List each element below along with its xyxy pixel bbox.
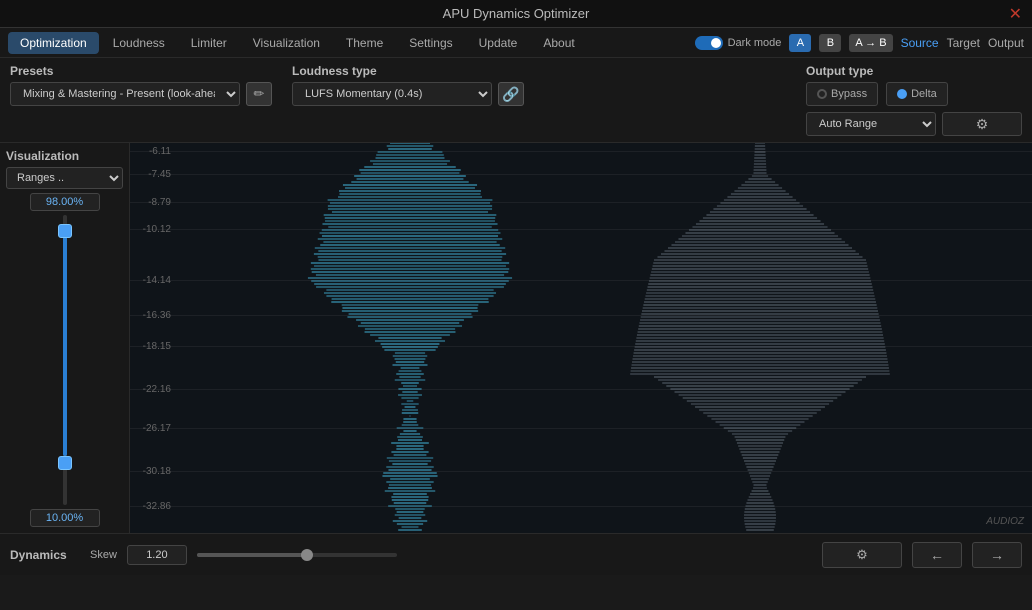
- loudness-link-button[interactable]: 🔗: [498, 82, 524, 106]
- slider-fill: [63, 230, 67, 456]
- bypass-label: Bypass: [831, 88, 867, 100]
- output-gear-button[interactable]: ⚙: [942, 112, 1022, 136]
- skew-slider-thumb[interactable]: [301, 549, 313, 561]
- loudness-group: Loudness type LUFS Momentary (0.4s) 🔗: [292, 64, 524, 106]
- navbar: Optimization Loudness Limiter Visualizat…: [0, 28, 1032, 58]
- preset-select[interactable]: Mixing & Mastering - Present (look-ahead…: [10, 82, 240, 106]
- nav-right: Dark mode A B A → B Source Target Output: [695, 34, 1024, 52]
- prev-button[interactable]: ←: [912, 542, 962, 568]
- viz-label: Visualization: [6, 149, 79, 163]
- skew-slider[interactable]: [197, 553, 397, 557]
- range-select[interactable]: Auto Range: [806, 112, 936, 136]
- tab-about[interactable]: About: [531, 32, 586, 54]
- dark-mode-label: Dark mode: [728, 37, 782, 49]
- output-label[interactable]: Output: [988, 36, 1024, 50]
- btn-b[interactable]: B: [819, 34, 841, 52]
- audioz-watermark: AUDIOZ: [986, 516, 1024, 527]
- loudness-row: LUFS Momentary (0.4s) 🔗: [292, 82, 524, 106]
- close-button[interactable]: ✕: [1009, 4, 1022, 24]
- loudness-select[interactable]: LUFS Momentary (0.4s): [292, 82, 492, 106]
- left-panel: Visualization Ranges .. 98.00% 10.00%: [0, 143, 130, 533]
- btn-ab[interactable]: A → B: [849, 34, 892, 52]
- presets-group: Presets Mixing & Mastering - Present (lo…: [10, 64, 272, 106]
- dynamics-gear-button[interactable]: ⚙: [822, 542, 902, 568]
- title-bar: APU Dynamics Optimizer ✕: [0, 0, 1032, 28]
- tab-update[interactable]: Update: [467, 32, 530, 54]
- output-group: Output type Bypass Delta Auto Range ⚙: [806, 64, 1022, 136]
- delta-label: Delta: [911, 88, 937, 100]
- tab-settings[interactable]: Settings: [397, 32, 464, 54]
- target-label[interactable]: Target: [947, 36, 980, 50]
- dynamics-label: Dynamics: [10, 548, 80, 562]
- bypass-dot: [817, 89, 827, 99]
- nav-tabs: Optimization Loudness Limiter Visualizat…: [8, 32, 587, 54]
- bypass-radio[interactable]: Bypass: [806, 82, 878, 106]
- tab-optimization[interactable]: Optimization: [8, 32, 99, 54]
- tab-visualization[interactable]: Visualization: [241, 32, 332, 54]
- slider-top-value: 98.00%: [30, 193, 100, 211]
- waveform-svg: [130, 143, 1032, 533]
- delta-dot: [897, 89, 907, 99]
- presets-row: Mixing & Mastering - Present (look-ahead…: [10, 82, 272, 106]
- tab-limiter[interactable]: Limiter: [179, 32, 239, 54]
- ranges-select[interactable]: Ranges ..: [6, 167, 123, 189]
- slider-bottom-value: 10.00%: [30, 509, 100, 527]
- controls-area: Presets Mixing & Mastering - Present (lo…: [0, 58, 1032, 143]
- app-title: APU Dynamics Optimizer: [443, 6, 590, 21]
- bottom-bar: Dynamics Skew 1.20 ⚙ ← →: [0, 533, 1032, 575]
- dark-mode-switch[interactable]: [695, 36, 723, 50]
- output-range-row: Auto Range ⚙: [806, 112, 1022, 136]
- skew-label: Skew: [90, 549, 117, 561]
- viz-canvas: -6.11-7.45-8.79-10.12-14.14-16.36-18.15-…: [130, 143, 1032, 533]
- slider-thumb-top[interactable]: [58, 224, 72, 238]
- dark-mode-toggle[interactable]: Dark mode: [695, 36, 782, 50]
- output-label-ctrl: Output type: [806, 64, 1022, 78]
- viz-section: Visualization Ranges .. 98.00% 10.00% -6…: [0, 143, 1032, 533]
- presets-label: Presets: [10, 64, 272, 78]
- vertical-slider[interactable]: [57, 215, 73, 505]
- tab-loudness[interactable]: Loudness: [101, 32, 177, 54]
- preset-edit-button[interactable]: ✏: [246, 82, 272, 106]
- slider-thumb-bottom[interactable]: [58, 456, 72, 470]
- next-button[interactable]: →: [972, 542, 1022, 568]
- tab-theme[interactable]: Theme: [334, 32, 395, 54]
- btn-a[interactable]: A: [789, 34, 811, 52]
- source-label[interactable]: Source: [901, 36, 939, 50]
- skew-slider-fill: [197, 553, 307, 557]
- skew-value[interactable]: 1.20: [127, 545, 187, 565]
- delta-radio[interactable]: Delta: [886, 82, 948, 106]
- output-radio-row: Bypass Delta: [806, 82, 1022, 106]
- loudness-label: Loudness type: [292, 64, 524, 78]
